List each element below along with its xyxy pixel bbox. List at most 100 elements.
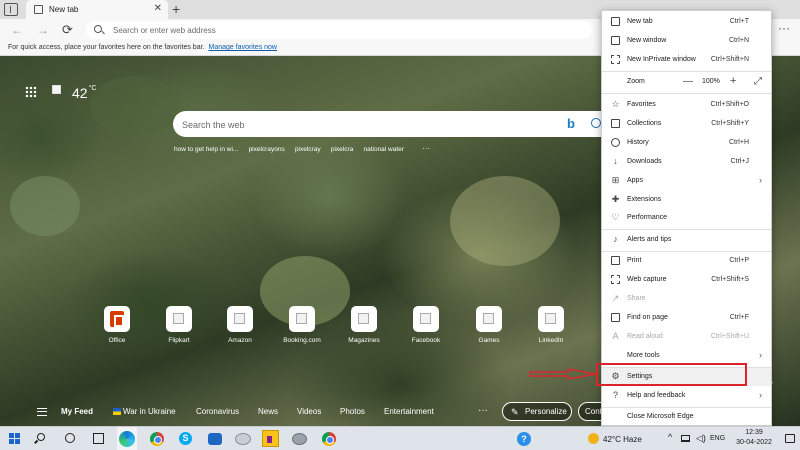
task-view-icon[interactable] — [93, 433, 104, 444]
menu-item-new-window[interactable]: New window Ctrl+N — [602, 32, 771, 50]
zoom-out-button[interactable]: — — [683, 76, 693, 87]
back-button[interactable]: ← — [11, 22, 23, 38]
feed-tab-war-in-ukraine[interactable]: War in Ukraine — [113, 407, 176, 416]
refresh-button[interactable]: ⟳ — [62, 22, 73, 38]
annotation-arrow-icon — [529, 368, 597, 380]
menu-item-find-on-page[interactable]: Find on page Ctrl+F — [602, 309, 771, 327]
quick-link-flipkart[interactable]: Flipkart — [159, 306, 199, 344]
new-tab-button[interactable]: + — [172, 1, 180, 17]
trending-item[interactable]: national water — [363, 146, 403, 153]
menu-item-new-tab[interactable]: New tab Ctrl+T — [602, 13, 771, 31]
start-button-icon[interactable] — [9, 433, 20, 444]
zoom-in-button[interactable]: + — [730, 75, 736, 87]
personalize-button[interactable]: ✎ Personalize — [502, 402, 572, 421]
language-indicator[interactable]: ENG — [710, 435, 725, 442]
menu-item-label: Find on page — [627, 314, 668, 321]
address-bar[interactable]: Search or enter web address — [86, 21, 592, 39]
chrome-icon[interactable] — [322, 432, 336, 446]
pencil-icon: ✎ — [511, 407, 519, 417]
quick-link-label: Booking.com — [283, 337, 321, 344]
feed-tab-videos[interactable]: Videos — [297, 407, 321, 416]
menu-item-zoom: Zoom — 100% + ⤢ — [602, 73, 771, 91]
chevron-right-icon: › — [759, 350, 762, 360]
clock-date[interactable]: 30-04-2022 — [730, 439, 778, 446]
help-icon: ? — [612, 390, 618, 400]
quick-link-label: Amazon — [228, 337, 252, 344]
quick-link-label: Office — [108, 337, 126, 344]
feed-tab-coronavirus[interactable]: Coronavirus — [196, 407, 239, 416]
search-icon[interactable] — [591, 118, 601, 128]
forward-button[interactable]: → — [37, 22, 49, 38]
menu-item-apps[interactable]: ⊞ Apps › — [602, 172, 771, 190]
taskbar-search-icon[interactable] — [37, 433, 45, 441]
menu-item-downloads[interactable]: ↓ Downloads Ctrl+J — [602, 153, 771, 171]
menu-item-performance[interactable]: ♡ Performance — [602, 209, 771, 227]
feed-tab-entertainment[interactable]: Entertainment — [384, 407, 434, 416]
quick-link-tile — [289, 306, 315, 332]
weather-sun-icon[interactable] — [588, 433, 599, 444]
web-search-box[interactable]: Search the web b — [173, 111, 613, 137]
tab-new-tab[interactable]: New tab ✕ — [26, 0, 168, 19]
settings-and-more-button[interactable]: ··· — [778, 21, 790, 35]
get-help-icon[interactable]: ? — [517, 432, 531, 446]
feed-tab-news[interactable]: News — [258, 407, 278, 416]
quick-link-amazon[interactable]: Amazon — [220, 306, 260, 344]
menu-item-label: Favorites — [627, 101, 656, 108]
tab-actions-icon[interactable] — [4, 3, 18, 16]
trending-item[interactable]: pixelcra — [331, 146, 353, 153]
quick-link-magazines[interactable]: Magazines — [344, 306, 384, 344]
menu-separator — [602, 71, 771, 72]
app-icon[interactable] — [235, 433, 251, 445]
quick-link-office[interactable]: Office — [97, 306, 137, 344]
menu-item-label: Close Microsoft Edge — [627, 413, 694, 420]
manage-favorites-link[interactable]: Manage favorites now — [209, 44, 277, 51]
tab-close-icon[interactable]: ✕ — [154, 3, 162, 15]
app-icon[interactable] — [292, 433, 307, 445]
menu-item-history[interactable]: History Ctrl+H — [602, 134, 771, 152]
feed-tab-my-feed[interactable]: My Feed — [61, 407, 93, 416]
quick-link-games[interactable]: Games — [469, 306, 509, 344]
trending-item[interactable]: how to get help in wi... — [174, 146, 238, 153]
skype-icon[interactable]: S — [179, 432, 192, 445]
taskbar-weather-text[interactable]: 42°C Haze — [603, 435, 642, 444]
menu-item-web-capture[interactable]: Web capture Ctrl+Shift+S — [602, 271, 771, 289]
chrome-icon[interactable] — [150, 432, 164, 446]
clock-time[interactable]: 12:39 — [734, 429, 774, 436]
network-icon[interactable] — [681, 435, 690, 442]
notification-icon[interactable] — [785, 434, 795, 443]
cortana-icon[interactable] — [65, 433, 75, 443]
sticky-notes-icon[interactable] — [262, 430, 279, 447]
menu-item-favorites[interactable]: ☆ Favorites Ctrl+Shift+O — [602, 96, 771, 114]
menu-item-extensions[interactable]: ✚ Extensions — [602, 191, 771, 209]
edge-icon[interactable] — [119, 431, 135, 447]
trending-item[interactable]: pixelcrayons — [249, 146, 285, 153]
trending-item[interactable]: pixelcray — [295, 146, 321, 153]
trending-more-icon[interactable]: ··· — [422, 144, 430, 153]
menu-item-print[interactable]: Print Ctrl+P — [602, 252, 771, 270]
ukraine-flag-icon — [113, 408, 121, 415]
volume-icon[interactable]: ◁) — [696, 433, 706, 444]
feed-more-icon[interactable]: ··· — [478, 405, 488, 416]
menu-item-collections[interactable]: Collections Ctrl+Shift+Y — [602, 115, 771, 133]
quick-link-facebook[interactable]: Facebook — [406, 306, 446, 344]
fullscreen-icon[interactable]: ⤢ — [754, 76, 762, 87]
zoom-level: 100% — [702, 78, 720, 85]
tray-chevron-icon[interactable]: ^ — [668, 432, 672, 442]
hamburger-menu-icon[interactable] — [37, 408, 47, 416]
quick-link-tile — [351, 306, 377, 332]
bing-icon[interactable]: b — [567, 117, 575, 131]
feed-tab-photos[interactable]: Photos — [340, 407, 365, 416]
quick-link-label: Magazines — [348, 337, 380, 344]
quick-link-booking[interactable]: Booking.com — [282, 306, 322, 344]
mail-icon[interactable] — [208, 433, 222, 445]
menu-item-new-inprivate-window[interactable]: New InPrivate window Ctrl+Shift+N — [602, 51, 771, 69]
weather-temperature[interactable]: 42°C — [72, 85, 96, 101]
quick-link-linkedin[interactable]: LinkedIn — [531, 306, 571, 344]
menu-item-shortcut: Ctrl+Shift+U — [710, 333, 749, 340]
menu-item-label: Downloads — [627, 158, 662, 165]
app-launcher-icon[interactable] — [25, 86, 37, 98]
menu-item-help-and-feedback[interactable]: ? Help and feedback › — [602, 387, 771, 405]
menu-item-close-microsoft-edge[interactable]: Close Microsoft Edge — [602, 408, 771, 426]
menu-item-alerts-and-tips[interactable]: ♪ Alerts and tips — [602, 231, 771, 249]
star-icon: ☆ — [611, 99, 620, 109]
